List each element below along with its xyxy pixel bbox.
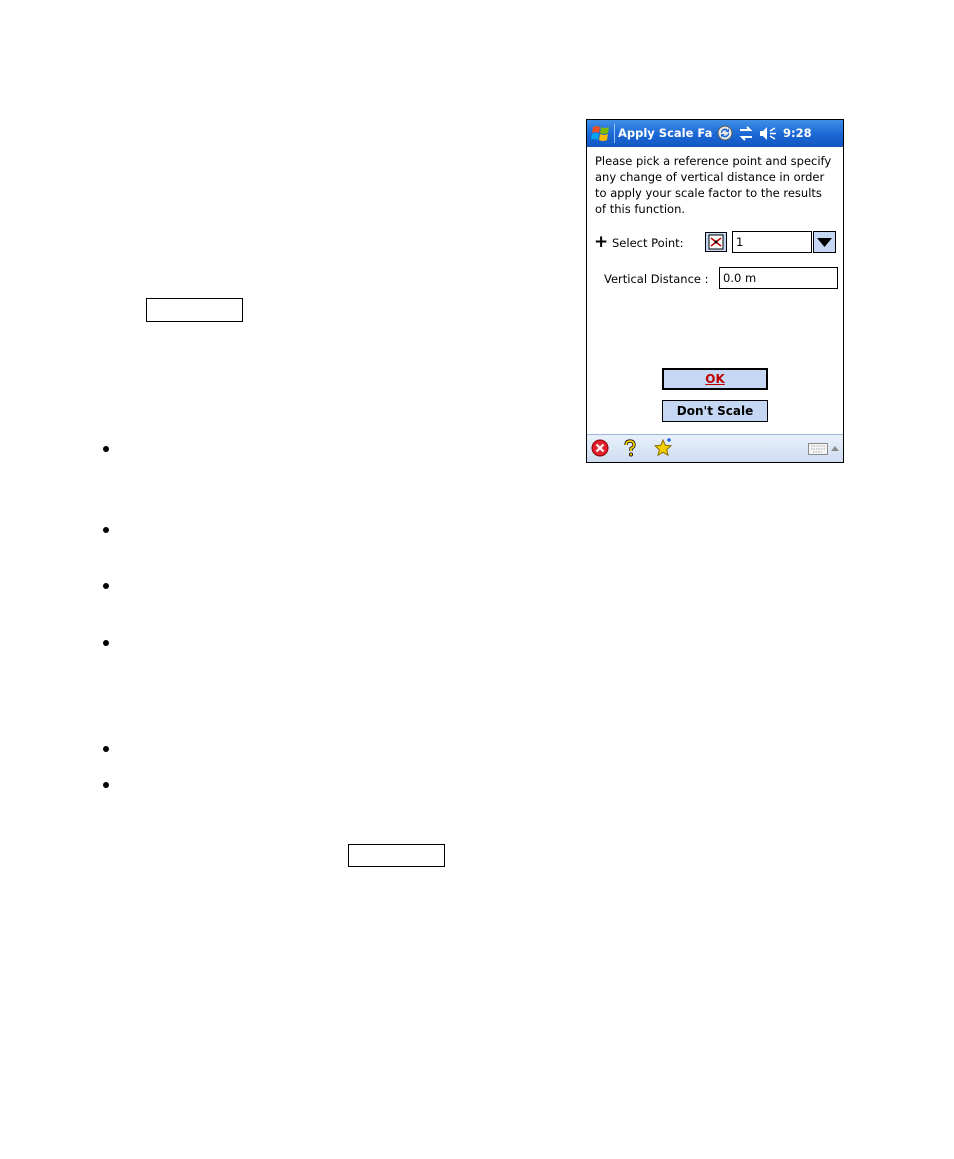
dont-scale-button[interactable]: Don't Scale	[662, 400, 768, 422]
title-bar: Apply Scale Fac 9:28	[587, 120, 843, 147]
ok-button[interactable]: OK	[662, 368, 768, 390]
windows-start-icon[interactable]	[590, 124, 612, 143]
vertical-distance-label: Vertical Distance :	[604, 272, 709, 286]
volume-icon[interactable]	[759, 126, 777, 141]
bullet-2	[103, 527, 109, 533]
bullet-6	[103, 782, 109, 788]
bullet-1	[103, 446, 109, 452]
favorites-icon[interactable]	[653, 438, 673, 458]
select-point-label: Select Point:	[612, 236, 684, 250]
blank-box-1	[146, 298, 243, 322]
bullet-4	[103, 640, 109, 646]
instructions-text: Please pick a reference point and specif…	[595, 154, 832, 216]
clock[interactable]: 9:28	[783, 126, 812, 140]
point-input[interactable]: 1	[732, 231, 812, 253]
plus-icon: +	[594, 232, 609, 252]
bullet-3	[103, 583, 109, 589]
vertical-distance-input[interactable]: 0.0 m	[719, 267, 838, 289]
map-point-icon	[708, 234, 724, 250]
map-pick-button[interactable]	[705, 232, 727, 252]
bottom-toolbar	[587, 434, 843, 462]
chevron-down-icon	[817, 238, 832, 247]
close-icon[interactable]	[591, 439, 609, 457]
device-screen: Apply Scale Fac 9:28 Please pick a refer…	[586, 119, 844, 463]
keyboard-icon[interactable]	[808, 443, 828, 455]
point-dropdown-button[interactable]	[813, 231, 836, 253]
sync-icon[interactable]	[717, 125, 733, 141]
bullet-5	[103, 746, 109, 752]
chevron-up-icon[interactable]	[831, 445, 839, 451]
help-icon[interactable]	[623, 439, 637, 457]
blank-box-2	[348, 844, 445, 867]
app-title: Apply Scale Fac	[618, 126, 713, 140]
connectivity-icon[interactable]	[738, 126, 754, 141]
